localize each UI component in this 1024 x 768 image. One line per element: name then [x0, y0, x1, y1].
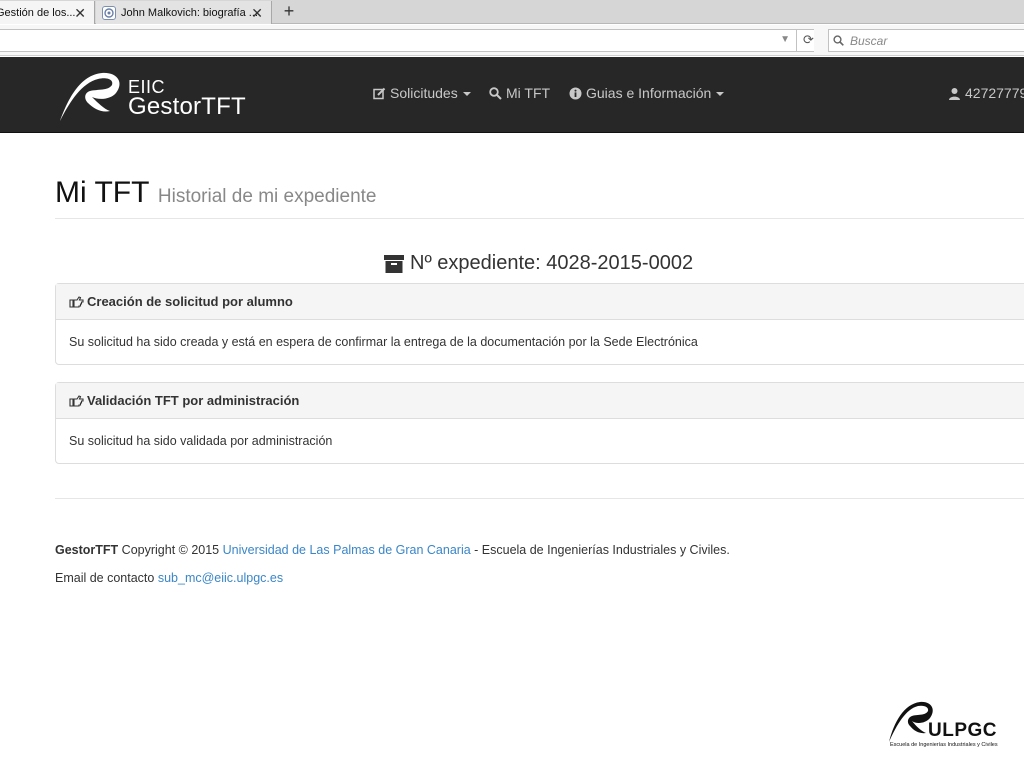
ulpgc-logo: ULPGC Escuela de Ingenierías Industriale…: [888, 698, 1012, 754]
history-panel: Validación TFT por administración Su sol…: [55, 382, 1024, 464]
nav-guias-label: Guias e Información: [586, 85, 712, 101]
brand-logo[interactable]: EIIC GestorTFT: [58, 69, 248, 125]
browser-tab-active[interactable]: Gestión de los... ✕: [0, 1, 95, 24]
footer-copyright-text: Copyright © 2015: [118, 543, 223, 557]
panel-body: Su solicitud ha sido validada por admini…: [56, 419, 1024, 463]
caret-down-icon: [462, 92, 471, 96]
info-icon: [569, 87, 582, 99]
nav-user-label: 42727779: [965, 85, 1024, 101]
contact-email-link[interactable]: sub_mc@eiic.ulpgc.es: [158, 571, 283, 585]
page-header: Mi TFT Historial de mi expediente: [55, 176, 1024, 219]
panel-body-text: Su solicitud ha sido creada y está en es…: [69, 335, 698, 349]
page-subtitle: Historial de mi expediente: [157, 186, 377, 207]
caret-down-icon: [716, 92, 725, 96]
panel-body-text: Su solicitud ha sido validada por admini…: [69, 434, 333, 448]
search-icon: [489, 86, 502, 100]
footer-divider: [55, 498, 1024, 499]
tab-title: John Malkovich: biografía ...: [121, 6, 258, 19]
panel-heading: Validación TFT por administración: [56, 383, 1024, 419]
eiic-logo-icon: [60, 72, 120, 121]
close-icon[interactable]: ✕: [74, 5, 86, 22]
archive-icon: [384, 254, 404, 273]
footer-contact: Email de contacto sub_mc@eiic.ulpgc.es: [55, 571, 283, 585]
panel-heading-text: Validación TFT por administración: [87, 393, 300, 408]
app-navbar: EIIC GestorTFT Solicitudes Mi TFT Guias …: [0, 57, 1024, 133]
reload-icon[interactable]: ⟳: [796, 29, 820, 52]
footer-copyright: GestorTFT Copyright © 2015 Universidad d…: [55, 543, 730, 557]
nav-solicitudes[interactable]: Solicitudes: [373, 85, 471, 101]
footer-separator: -: [470, 543, 482, 557]
panel-heading-text: Creación de solicitud por alumno: [87, 294, 293, 309]
nav-guias[interactable]: Guias e Información: [569, 85, 725, 101]
ulpgc-subtitle: Escuela de Ingenierías Industriales y Ci…: [890, 742, 998, 748]
expediente-number: Nº expediente: 4028-2015-0002: [410, 252, 694, 274]
url-bar[interactable]: ▼: [0, 29, 814, 52]
brand-name: GestorTFT: [128, 93, 246, 120]
ulpgc-name: ULPGC: [928, 720, 997, 741]
expediente-heading: Nº expediente: 4028-2015-0002: [384, 252, 693, 275]
browser-search-input[interactable]: Buscar: [828, 29, 1024, 52]
browser-toolbar: ▼ ⟳ Buscar: [0, 25, 1024, 56]
favicon-icon: [102, 5, 116, 20]
nav-mi-tft-label: Mi TFT: [506, 85, 551, 101]
tab-title: Gestión de los...: [0, 6, 76, 19]
close-icon[interactable]: ✕: [251, 5, 263, 22]
search-placeholder: Buscar: [850, 33, 888, 48]
browser-tabbar: Gestión de los... ✕ John Malkovich: biog…: [0, 0, 1024, 24]
nav-user[interactable]: 42727779: [948, 85, 1024, 101]
hand-right-icon: [69, 295, 84, 308]
search-icon: [833, 35, 844, 46]
nav-solicitudes-label: Solicitudes: [390, 85, 458, 101]
edit-icon: [373, 87, 386, 99]
panel-heading: Creación de solicitud por alumno: [56, 284, 1024, 320]
history-panel: Creación de solicitud por alumno Su soli…: [55, 283, 1024, 365]
chevron-down-icon[interactable]: ▼: [780, 34, 790, 45]
new-tab-button[interactable]: +: [280, 0, 298, 24]
page-title: Mi TFT: [55, 176, 150, 209]
browser-tab[interactable]: John Malkovich: biografía ... ✕: [96, 1, 272, 24]
footer-brand: GestorTFT: [55, 543, 119, 557]
user-icon: [949, 87, 960, 100]
footer-school: Escuela de Ingenierías Industriales y Ci…: [481, 543, 730, 557]
contact-label: Email de contacto: [55, 571, 158, 585]
nav-mi-tft[interactable]: Mi TFT: [489, 85, 550, 101]
panel-body: Su solicitud ha sido creada y está en es…: [56, 320, 1024, 364]
university-link[interactable]: Universidad de Las Palmas de Gran Canari…: [223, 543, 471, 557]
hand-right-icon: [69, 394, 84, 407]
